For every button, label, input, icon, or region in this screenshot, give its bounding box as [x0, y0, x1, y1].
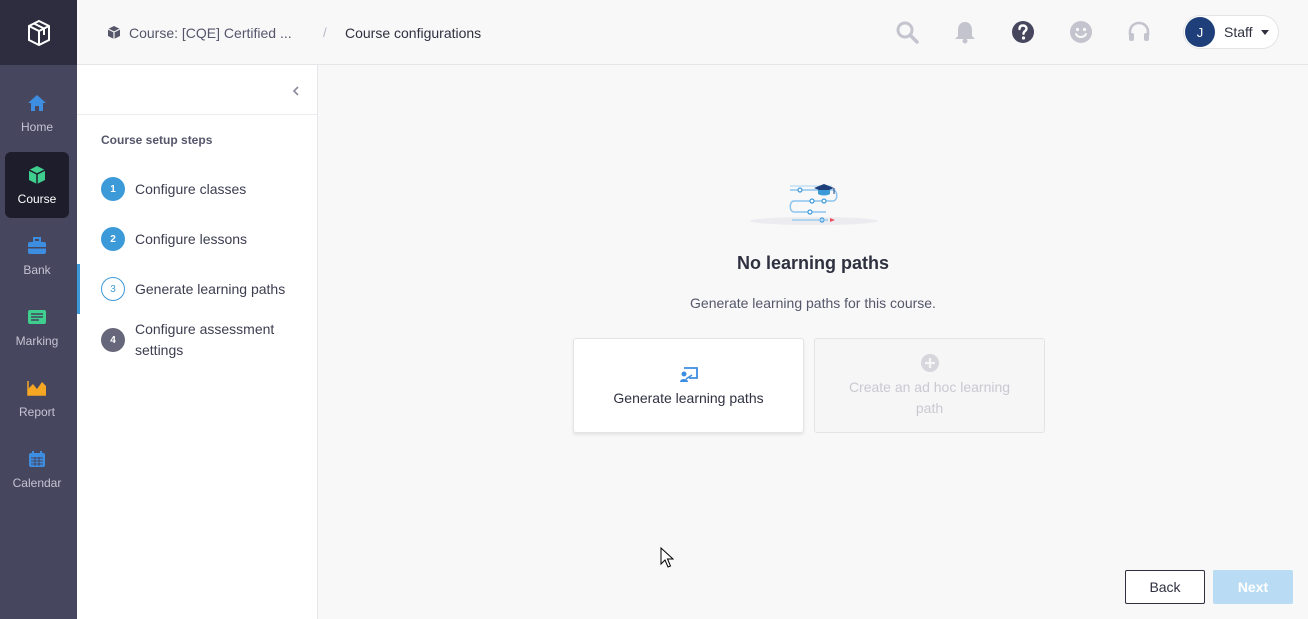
- help-button[interactable]: [1011, 20, 1035, 44]
- calendar-icon: [26, 448, 48, 470]
- notifications-button[interactable]: [953, 20, 977, 44]
- step-generate-learning-paths[interactable]: 3 Generate learning paths: [77, 277, 317, 301]
- search-icon: [896, 21, 919, 44]
- avatar: J: [1185, 17, 1215, 47]
- generate-learning-paths-card[interactable]: Generate learning paths: [573, 338, 804, 433]
- empty-state-subtitle: Generate learning paths for this course.: [690, 295, 936, 311]
- nav-calendar[interactable]: Calendar: [5, 436, 69, 502]
- create-adhoc-learning-path-card[interactable]: Create an ad hoc learning path: [814, 338, 1045, 433]
- top-header: Course: [CQE] Certified ... / Course con…: [77, 0, 1308, 65]
- nav-report-label: Report: [18, 405, 56, 419]
- nav-home[interactable]: Home: [5, 80, 69, 146]
- step-configure-lessons[interactable]: 2 Configure lessons: [77, 227, 317, 251]
- steps-title: Course setup steps: [101, 133, 213, 147]
- mouse-cursor-icon: [660, 547, 674, 568]
- nav-calendar-label: Calendar: [12, 476, 62, 490]
- help-icon: [1012, 21, 1034, 43]
- nav-rail: Home Course Bank Marking Report Calendar: [0, 0, 77, 619]
- step-number-badge: 4: [101, 328, 125, 352]
- cube-icon: [107, 25, 121, 40]
- nav-course-label: Course: [17, 192, 57, 206]
- nav-report[interactable]: Report: [5, 365, 69, 431]
- briefcase-icon: [26, 235, 48, 257]
- breadcrumb-current: Course configurations: [345, 24, 482, 41]
- breadcrumb-separator: /: [323, 25, 327, 40]
- plus-circle-icon: [920, 353, 939, 372]
- nav-bank-label: Bank: [23, 263, 51, 277]
- bell-icon: [955, 22, 975, 44]
- smiley-icon: [1070, 21, 1092, 43]
- step-configure-assessment-settings[interactable]: 4 Configure assessment settings: [77, 319, 317, 361]
- nav-marking[interactable]: Marking: [5, 294, 69, 360]
- headset-icon: [1128, 21, 1150, 41]
- divider: [77, 114, 317, 115]
- step-number-badge: 1: [101, 177, 125, 201]
- cube-icon: [26, 164, 48, 186]
- nav-course[interactable]: Course: [5, 152, 69, 218]
- step-number-badge: 3: [101, 277, 125, 301]
- step-label: Configure assessment settings: [135, 321, 275, 358]
- step-label: Configure classes: [135, 180, 247, 197]
- user-menu-button[interactable]: J Staff: [1183, 15, 1279, 49]
- marking-icon: [26, 306, 48, 328]
- empty-state-title: No learning paths: [736, 253, 889, 273]
- collapse-panel-button[interactable]: [286, 81, 306, 101]
- support-button[interactable]: [1127, 20, 1151, 44]
- breadcrumb-course-label: Course: [CQE] Certified ...: [129, 24, 292, 41]
- chart-icon: [26, 377, 48, 399]
- course-setup-steps-panel: Course setup steps 1 Configure classes 2…: [77, 65, 318, 619]
- chevron-left-icon: [292, 86, 299, 96]
- breadcrumb-course[interactable]: Course: [CQE] Certified ...: [107, 0, 292, 65]
- app-logo[interactable]: [0, 0, 77, 65]
- next-button[interactable]: Next: [1213, 570, 1293, 604]
- step-number-badge: 2: [101, 227, 125, 251]
- home-icon: [26, 92, 48, 114]
- step-label: Generate learning paths: [135, 280, 286, 297]
- create-adhoc-learning-path-label: Create an ad hoc learning path: [848, 378, 1011, 416]
- logo-icon: [27, 19, 50, 46]
- nav-home-label: Home: [20, 120, 53, 134]
- nav-bank[interactable]: Bank: [5, 223, 69, 289]
- user-role-label: Staff: [1224, 24, 1253, 40]
- caret-down-icon: [1260, 29, 1269, 35]
- back-button[interactable]: Back: [1125, 570, 1205, 604]
- step-label: Configure lessons: [135, 230, 248, 247]
- generate-learning-paths-label: Generate learning paths: [613, 389, 764, 406]
- presentation-icon: [679, 366, 698, 382]
- search-button[interactable]: [895, 20, 919, 44]
- nav-marking-label: Marking: [15, 334, 59, 348]
- learning-paths-illustration: [748, 180, 880, 231]
- step-configure-classes[interactable]: 1 Configure classes: [77, 177, 317, 201]
- feedback-button[interactable]: [1069, 20, 1093, 44]
